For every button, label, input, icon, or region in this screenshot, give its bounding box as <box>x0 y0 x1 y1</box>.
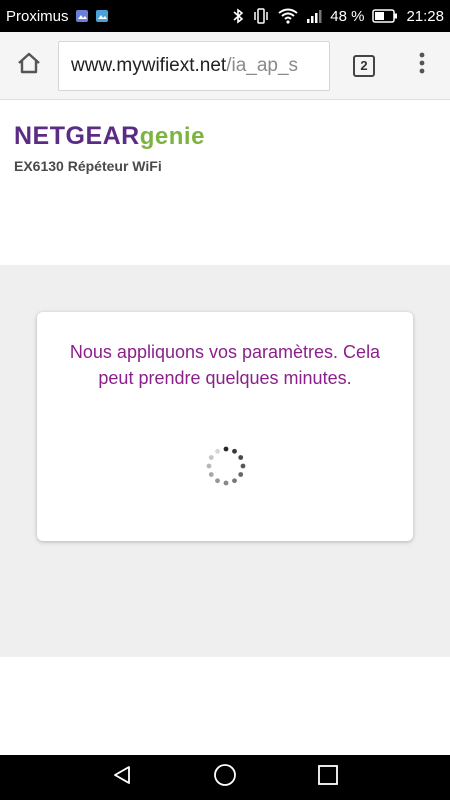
home-button[interactable] <box>0 32 58 100</box>
wifi-icon <box>278 8 298 24</box>
battery-percent: 48 % <box>330 7 365 25</box>
bluetooth-icon <box>232 8 244 24</box>
clock: 21:28 <box>406 7 444 25</box>
progress-dialog: Nous appliquons vos paramètres. Cela peu… <box>37 312 413 541</box>
progress-message: Nous appliquons vos paramètres. Cela peu… <box>69 342 381 388</box>
netgear-genie-logo: NETGEARgenie <box>14 122 205 151</box>
phone-screen: Proximus 48 % 21:28 www.mywifiext.net /i… <box>0 0 450 800</box>
content-area: Nous appliquons vos paramètres. Cela peu… <box>0 265 450 657</box>
tab-switcher-button[interactable]: 2 <box>330 32 398 100</box>
tab-count: 2 <box>353 54 375 77</box>
home-circle-icon <box>213 763 237 792</box>
browser-toolbar: www.mywifiext.net/ia_ap_s 2 <box>0 32 450 100</box>
carrier-label: Proximus <box>6 7 69 25</box>
header-divider <box>90 182 430 190</box>
signal-icon <box>306 9 322 23</box>
recents-icon <box>317 764 339 791</box>
more-vert-icon <box>419 52 425 79</box>
vibrate-icon <box>252 8 270 24</box>
footer-divider <box>60 660 390 666</box>
home-icon <box>16 51 42 80</box>
browser-menu-button[interactable] <box>398 32 446 100</box>
gallery-icon <box>75 9 89 23</box>
loading-spinner-icon <box>203 443 249 489</box>
android-nav-bar <box>0 755 450 800</box>
status-bar: Proximus 48 % 21:28 <box>0 0 450 32</box>
logo-brand: NETGEAR <box>14 122 140 150</box>
url-host: www.mywifiext.net <box>71 54 227 76</box>
nav-recents-button[interactable] <box>308 758 348 798</box>
page-header: NETGEARgenie EX6130 Répéteur WiFi <box>0 100 450 265</box>
back-icon <box>111 764 133 791</box>
battery-icon <box>372 9 398 23</box>
url-path: /ia_ap_s <box>226 54 299 76</box>
nav-home-button[interactable] <box>205 758 245 798</box>
image-icon <box>95 9 109 23</box>
logo-product: genie <box>139 123 205 150</box>
nav-back-button[interactable] <box>102 758 142 798</box>
address-bar[interactable]: www.mywifiext.net/ia_ap_s <box>58 40 330 91</box>
model-subtitle: EX6130 Répéteur WiFi <box>14 158 162 174</box>
